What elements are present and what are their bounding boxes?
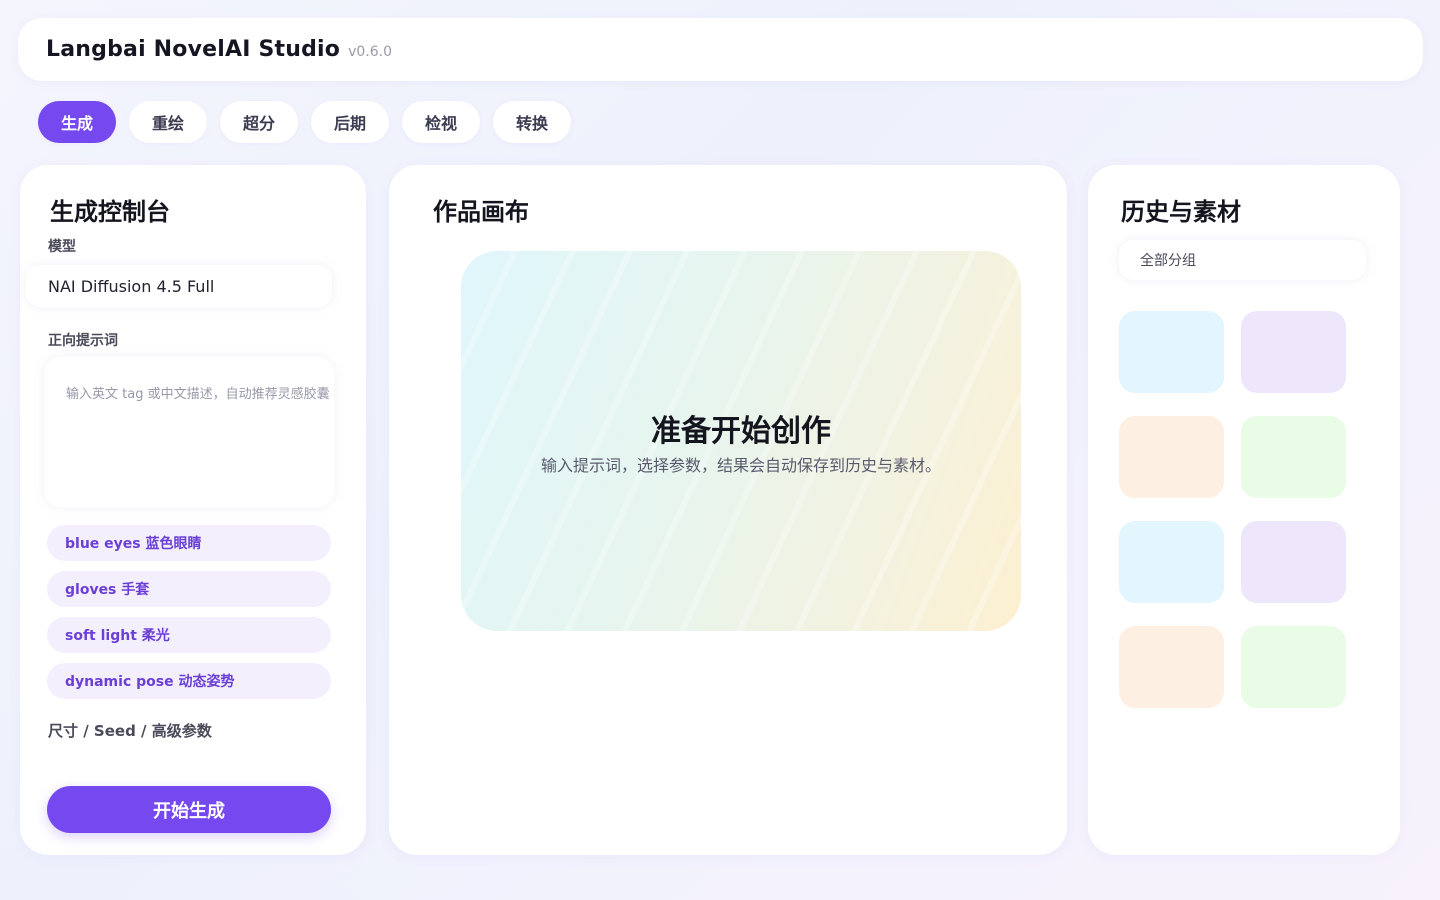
- model-select[interactable]: NAI Diffusion 4.5 Full: [26, 265, 332, 307]
- tab-postprocess[interactable]: 后期: [311, 101, 389, 143]
- history-thumbnail[interactable]: [1241, 416, 1346, 498]
- mode-tabs: 生成 重绘 超分 后期 检视 转换: [38, 101, 571, 143]
- group-filter-select[interactable]: 全部分组: [1119, 240, 1366, 280]
- history-thumbnail[interactable]: [1119, 311, 1224, 393]
- history-thumbnail[interactable]: [1119, 416, 1224, 498]
- artwork-canvas: 准备开始创作 输入提示词，选择参数，结果会自动保存到历史与素材。: [461, 251, 1021, 631]
- tag-chip[interactable]: dynamic pose 动态姿势: [47, 663, 331, 699]
- control-panel-title: 生成控制台: [50, 198, 170, 226]
- prompt-input[interactable]: 输入英文 tag 或中文描述，自动推荐灵感胶囊: [44, 357, 334, 507]
- canvas-empty-subtitle: 输入提示词，选择参数，结果会自动保存到历史与素材。: [540, 456, 941, 475]
- model-label: 模型: [48, 239, 76, 255]
- history-thumbnail[interactable]: [1241, 626, 1346, 708]
- history-thumbnail[interactable]: [1119, 626, 1224, 708]
- history-thumbnail[interactable]: [1119, 521, 1224, 603]
- tab-convert[interactable]: 转换: [493, 101, 571, 143]
- tab-generate[interactable]: 生成: [38, 101, 116, 143]
- tab-inspect[interactable]: 检视: [402, 101, 480, 143]
- app-title: Langbai NovelAI Studio: [46, 37, 341, 62]
- history-panel-title: 历史与素材: [1121, 198, 1241, 226]
- tag-chip[interactable]: soft light 柔光: [47, 617, 331, 653]
- tab-upscale[interactable]: 超分: [220, 101, 298, 143]
- tab-inpaint[interactable]: 重绘: [129, 101, 207, 143]
- prompt-placeholder: 输入英文 tag 或中文描述，自动推荐灵感胶囊: [66, 387, 330, 402]
- app-version: v0.6.0: [348, 43, 393, 60]
- tag-chip[interactable]: blue eyes 蓝色眼睛: [47, 525, 331, 561]
- history-thumbnail[interactable]: [1241, 311, 1346, 393]
- advanced-params-toggle[interactable]: 尺寸 / Seed / 高级参数: [48, 720, 212, 741]
- prompt-label: 正向提示词: [48, 333, 118, 349]
- app-header: Langbai NovelAI Studio v0.6.0: [18, 18, 1423, 81]
- generate-button[interactable]: 开始生成: [47, 786, 331, 833]
- canvas-panel-title: 作品画布: [433, 198, 529, 226]
- history-thumbnail[interactable]: [1241, 521, 1346, 603]
- tag-chip[interactable]: gloves 手套: [47, 571, 331, 607]
- app-root: Langbai NovelAI Studio v0.6.0 生成 重绘 超分 后…: [0, 0, 1440, 900]
- canvas-empty-heading: 准备开始创作: [651, 414, 831, 449]
